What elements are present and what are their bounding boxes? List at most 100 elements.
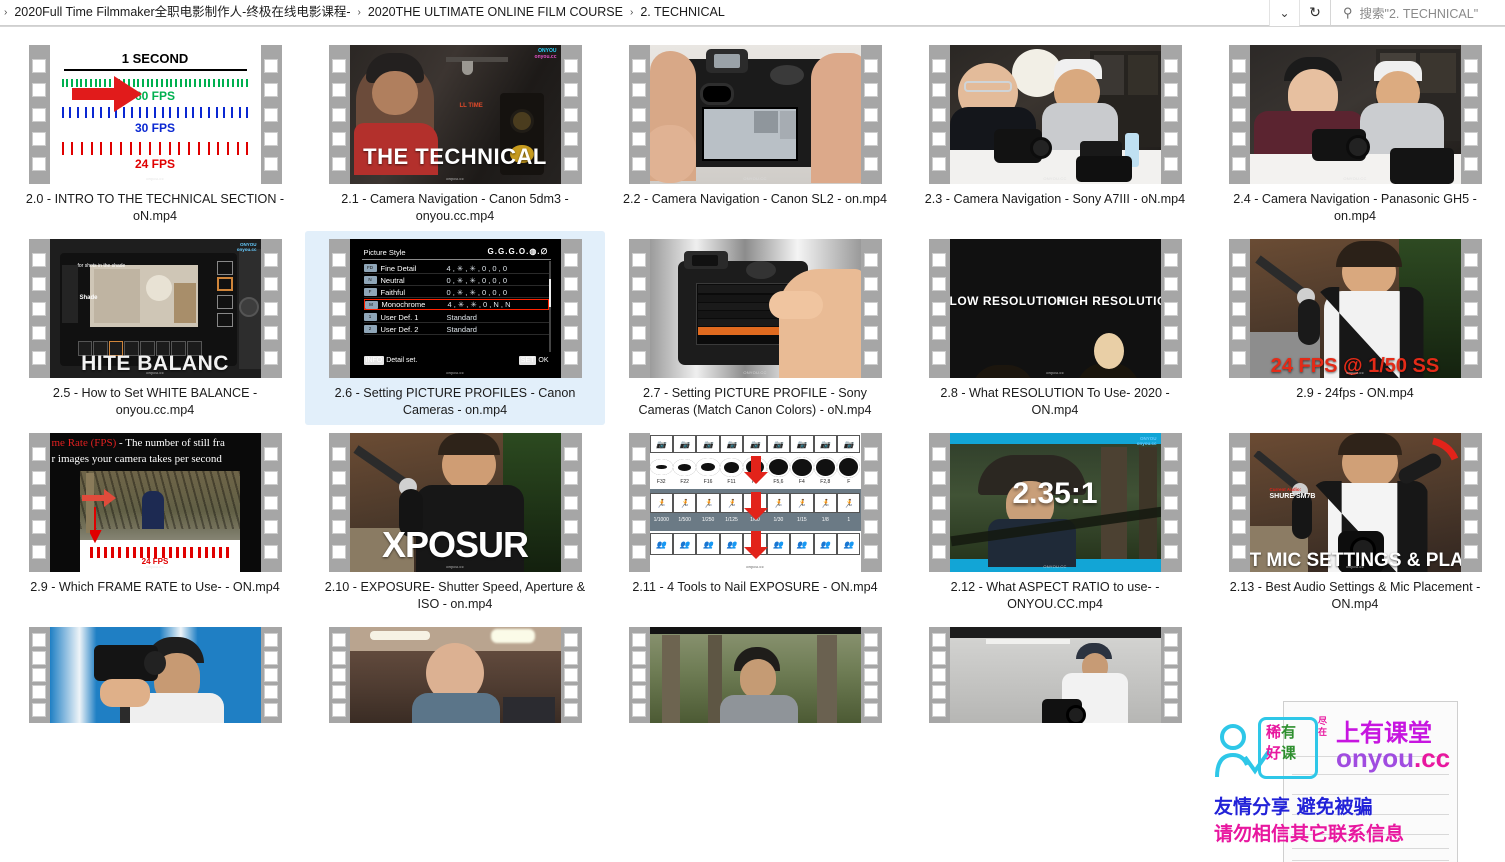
- watermark-box-icon: [1258, 717, 1318, 779]
- search-box[interactable]: ⚲ 搜索"2. TECHNICAL": [1330, 0, 1505, 26]
- sprocket-strip-left: [629, 433, 650, 572]
- thumbnail[interactable]: 1 SECOND 60 FPS 30 FPS 24 FPS onyou.cc: [28, 45, 282, 184]
- image-watermark-text: onyou.cc: [446, 564, 464, 569]
- thumbnail[interactable]: Current Audio: SHURE SM7B T MIC SETTINGS…: [1228, 433, 1482, 572]
- thumbnail-image: ONYOU.CC: [649, 45, 861, 184]
- breadcrumb-chevron-icon: ›: [629, 7, 634, 18]
- thumbnail-image: ONYOU.CC: [1249, 45, 1461, 184]
- search-input[interactable]: 搜索"2. TECHNICAL": [1360, 3, 1479, 22]
- file-item[interactable]: for shots in the shade Shade ONYOU onyou…: [5, 231, 305, 425]
- shotgun-mic-icon: [1398, 437, 1458, 484]
- file-item[interactable]: ONYOU.CC 2.4 - Camera Navigation - Panas…: [1205, 37, 1505, 231]
- fps-row-label-30: 30 FPS: [134, 121, 176, 135]
- source-watermark-icon: ONYOU onyou.cc: [534, 48, 557, 60]
- file-item[interactable]: [605, 619, 905, 723]
- thumbnail[interactable]: for shots in the shade Shade ONYOU onyou…: [28, 239, 282, 378]
- canon-row-name: User Def. 2: [380, 324, 419, 334]
- thumbnail[interactable]: [28, 627, 282, 723]
- canon-row-value: 4 , ✳ , ✳ , 0 , 0 , 0: [446, 263, 508, 273]
- thumbnail[interactable]: ONYOU.CC: [628, 45, 882, 184]
- aperture-label: F5,6: [773, 479, 784, 485]
- thumbnail[interactable]: 📷 📷 📷 📷 📷 📷 📷 📷 📷 F32 F22 F16 F11 F5,6 F…: [628, 433, 882, 572]
- sprocket-strip-left: [1229, 45, 1250, 184]
- thumbnail[interactable]: ONYOU.CC: [628, 239, 882, 378]
- thumbnail[interactable]: 2.35:1 ONYOU onyou.cc ONYOU.CC: [928, 433, 1182, 572]
- canon-menu-row: 2 User Def. 2 Standard: [363, 324, 549, 335]
- thumbnail[interactable]: LOW RESOLUTION HIGH RESOLUTION onyou.cc: [928, 239, 1182, 378]
- file-item[interactable]: 2.35:1 ONYOU onyou.cc ONYOU.CC 2.12 - Wha…: [905, 425, 1205, 619]
- thumbnail[interactable]: [328, 627, 582, 723]
- file-item[interactable]: [905, 619, 1205, 723]
- thumbnail[interactable]: 24 FPS @ 1/50 SS onyou.cc: [1228, 239, 1482, 378]
- file-grid-view: 1 SECOND 60 FPS 30 FPS 24 FPS onyou.cc 2…: [0, 27, 1505, 862]
- file-item[interactable]: 24 FPS @ 1/50 SS onyou.cc 2.9 - 24fps - …: [1205, 231, 1505, 425]
- breadcrumb-item-0[interactable]: 2020Full Time Filmmaker全职电影制作人-终极在线电影课程-: [9, 3, 355, 23]
- thumbnail[interactable]: ONYOU.CC: [928, 45, 1182, 184]
- sprocket-strip-right: [861, 627, 882, 723]
- thumbnail[interactable]: ONYOU.CC: [1228, 45, 1482, 184]
- file-item-placeholder: [1205, 619, 1505, 723]
- file-name: 2.1 - Camera Navigation - Canon 5dm3 - o…: [341, 192, 569, 223]
- shutter-label: 1/30: [773, 517, 784, 523]
- file-item[interactable]: ONYOU.CC 2.7 - Setting PICTURE PROFILE -…: [605, 231, 905, 425]
- canon-row-tag: 1: [363, 313, 377, 321]
- file-item[interactable]: LOW RESOLUTION HIGH RESOLUTION onyou.cc …: [905, 231, 1205, 425]
- watermark-cn-bottom: 好课: [1266, 744, 1297, 762]
- canon-row-value: 4 , ✳ , ✳ , 0 , N , N: [447, 300, 511, 309]
- aperture-label: F4: [798, 479, 805, 485]
- canon-info-label: Detail set.: [386, 357, 418, 364]
- shutter-label: 1/125: [725, 517, 738, 523]
- file-item[interactable]: [5, 619, 305, 723]
- file-item[interactable]: Current Audio: SHURE SM7B T MIC SETTINGS…: [1205, 425, 1505, 619]
- source-watermark-icon: ONYOU onyou.cc: [1136, 436, 1157, 446]
- thumbnail[interactable]: [928, 627, 1182, 723]
- canon-menu-row: 1 User Def. 1 Standard: [363, 312, 549, 323]
- canon-row-name: Fine Detail: [380, 263, 417, 273]
- sprocket-strip-right: [861, 239, 882, 378]
- breadcrumb-chevron-icon: ›: [357, 7, 361, 18]
- canon-menu-row: FD Fine Detail 4 , ✳ , ✳ , 0 , 0 , 0: [363, 263, 549, 274]
- image-watermark-text: onyou.cc: [146, 370, 164, 375]
- breadcrumb[interactable]: › 2020Full Time Filmmaker全职电影制作人-终极在线电影课…: [0, 0, 1269, 26]
- shutter-label: 1/500: [678, 517, 691, 523]
- file-item[interactable]: 📷 📷 📷 📷 📷 📷 📷 📷 📷 F32 F22 F16 F11 F5,6 F…: [605, 425, 905, 619]
- sprocket-strip-right: [861, 45, 882, 184]
- breadcrumb-item-2[interactable]: 2. TECHNICAL: [635, 3, 730, 23]
- shutter-label: 1: [847, 517, 851, 523]
- file-item[interactable]: ONYOU.CC 2.3 - Camera Navigation - Sony …: [905, 37, 1205, 231]
- sprocket-strip-left: [629, 239, 650, 378]
- address-history-dropdown-button[interactable]: ⌄: [1269, 0, 1299, 26]
- breadcrumb-item-1[interactable]: 2020THE ULTIMATE ONLINE FILM COURSE: [363, 3, 628, 23]
- shutter-label: 1/1000: [653, 517, 669, 523]
- image-watermark-text: ONYOU.CC: [1343, 176, 1367, 181]
- thumbnail-image: Picture Style G.G.G.O.◍.∅ FD Fine Detail…: [349, 239, 561, 378]
- file-name: 2.10 - EXPOSURE- Shutter Speed, Aperture…: [324, 580, 586, 611]
- sprocket-strip-right: [1161, 627, 1182, 723]
- image-watermark-text: onyou.cc: [146, 176, 164, 181]
- thumbnail[interactable]: [628, 627, 882, 723]
- sprocket-strip-left: [929, 433, 950, 572]
- image-watermark-text: ONYOU.CC: [1043, 564, 1067, 569]
- file-item-selected[interactable]: Picture Style G.G.G.O.◍.∅ FD Fine Detail…: [305, 231, 605, 425]
- file-item[interactable]: ONYOU onyou.cc LL TIME THE TECHNICAL onyo…: [305, 37, 605, 231]
- thumbnail-image: 24 FPS @ 1/50 SS onyou.cc: [1249, 239, 1461, 378]
- file-item[interactable]: [305, 619, 605, 723]
- thumbnail[interactable]: XPOSUR onyou.cc: [328, 433, 582, 572]
- thumbnail-image: ONYOU onyou.cc LL TIME THE TECHNICAL onyo…: [349, 45, 561, 184]
- sprocket-strip-right: [1161, 433, 1182, 572]
- watermark-line3: 友情分享 避免被骗: [1214, 796, 1373, 818]
- sprocket-strip-right: [561, 45, 582, 184]
- thumbnail-image: LOW RESOLUTION HIGH RESOLUTION onyou.cc: [949, 239, 1161, 378]
- thumbnail-image: 2.35:1 ONYOU onyou.cc ONYOU.CC: [949, 433, 1161, 572]
- file-item[interactable]: 1 SECOND 60 FPS 30 FPS 24 FPS onyou.cc 2…: [5, 37, 305, 231]
- file-item[interactable]: me Rate (FPS) - The number of still fra …: [5, 425, 305, 619]
- sprocket-strip-left: [29, 239, 50, 378]
- file-item[interactable]: ONYOU.CC 2.2 - Camera Navigation - Canon…: [605, 37, 905, 231]
- thumbnail[interactable]: ONYOU onyou.cc LL TIME THE TECHNICAL onyo…: [328, 45, 582, 184]
- down-arrow-icon: [89, 507, 102, 543]
- thumbnail[interactable]: me Rate (FPS) - The number of still fra …: [28, 433, 282, 572]
- file-item[interactable]: XPOSUR onyou.cc 2.10 - EXPOSURE- Shutter…: [305, 425, 605, 619]
- refresh-button[interactable]: ↻: [1299, 0, 1330, 26]
- thumbnail[interactable]: Picture Style G.G.G.O.◍.∅ FD Fine Detail…: [328, 239, 582, 378]
- canon-row-name: User Def. 1: [380, 312, 419, 322]
